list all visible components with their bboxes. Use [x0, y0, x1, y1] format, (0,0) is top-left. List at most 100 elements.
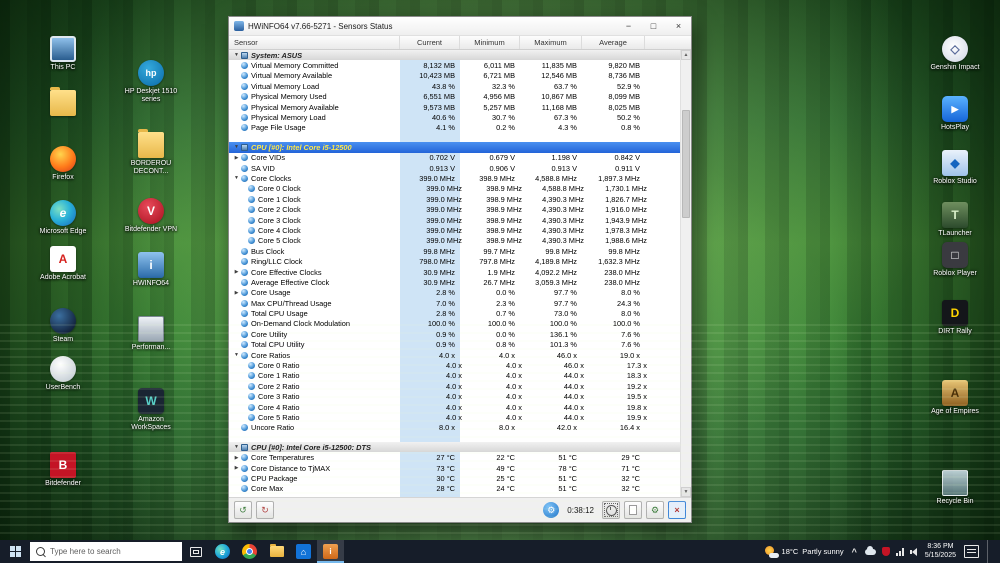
column-header-sensor[interactable]: Sensor [229, 36, 400, 49]
desktop-icon-roblox-player[interactable]: □ Roblox Player [922, 242, 988, 278]
close-button[interactable]: × [666, 17, 691, 35]
volume-icon[interactable] [910, 548, 917, 556]
desktop-icon-hp-deskjet-1510-series[interactable]: hp HP Deskjet 1510 series [118, 60, 184, 104]
column-header-maximum[interactable]: Maximum [520, 36, 582, 49]
desktop-icon-hwinfo64[interactable]: i HWINFO64 [118, 252, 184, 288]
desktop-icon-amazon-workspaces[interactable]: W Amazon WorkSpaces [118, 388, 184, 432]
desktop-icon-bitdefender[interactable]: B Bitdefender [30, 452, 96, 488]
show-desktop-button[interactable] [987, 540, 992, 563]
sensor-row[interactable]: Core Max 28 °C 24 °C 51 °C 32 °C [229, 484, 680, 494]
chevron-right-icon[interactable]: ▶ [232, 290, 241, 296]
start-button[interactable] [0, 540, 30, 563]
chevron-down-icon[interactable]: ▼ [232, 144, 241, 150]
sensor-row[interactable]: Core 0 Ratio 4.0 x 4.0 x 46.0 x 17.3 x [229, 360, 680, 370]
chevron-down-icon[interactable]: ▼ [232, 52, 241, 58]
sensor-row[interactable]: Core Utility 0.9 % 0.0 % 136.1 % 7.6 % [229, 329, 680, 339]
desktop-icon-steam[interactable]: Steam [30, 308, 96, 344]
logging-clock-button[interactable] [602, 501, 620, 519]
sensor-row[interactable]: Core 3 Ratio 4.0 x 4.0 x 44.0 x 19.5 x [229, 392, 680, 402]
taskbar-app-task-view[interactable] [182, 540, 209, 563]
chevron-down-icon[interactable]: ▼ [232, 175, 241, 181]
window-titlebar[interactable]: HWiNFO64 v7.66-5271 - Sensors Status − □… [229, 17, 691, 36]
sensor-row[interactable]: ▶ Core Usage 2.8 % 0.0 % 97.7 % 8.0 % [229, 288, 680, 298]
chevron-down-icon[interactable]: ▼ [232, 352, 241, 358]
desktop-icon-microsoft-edge[interactable]: e Microsoft Edge [30, 200, 96, 236]
column-header-current[interactable]: Current [400, 36, 460, 49]
sensor-row[interactable]: CPU Package 30 °C 25 °C 51 °C 32 °C [229, 473, 680, 483]
desktop-icon-adobe-acrobat[interactable]: A Adobe Acrobat [30, 246, 96, 282]
desktop-icon-age-of-empires[interactable]: A Age of Empires [922, 380, 988, 416]
column-header-minimum[interactable]: Minimum [460, 36, 520, 49]
sensor-row[interactable]: Total CPU Utility 0.9 % 0.8 % 101.3 % 7.6 % [229, 340, 680, 350]
sensor-row[interactable]: Core 5 Clock 399.0 MHz 398.9 MHz 4,390.3 MH… [229, 236, 680, 246]
taskbar-app-edge[interactable]: e [209, 540, 236, 563]
sensor-row[interactable]: Max CPU/Thread Usage 7.0 % 2.3 % 97.7 % 24.3… [229, 298, 680, 308]
sensor-row[interactable]: ▶ Core Effective Clocks 30.9 MHz 1.9 MHz 4,0… [229, 267, 680, 277]
sensor-row[interactable]: Core 0 Clock 399.0 MHz 398.9 MHz 4,588.8 MH… [229, 184, 680, 194]
sensor-row[interactable]: On-Demand Clock Modulation 100.0 % 100.0 %… [229, 319, 680, 329]
antivirus-shield-icon[interactable] [881, 547, 890, 556]
chevron-right-icon[interactable]: ▶ [232, 465, 241, 471]
sensor-row[interactable]: Core 2 Clock 399.0 MHz 398.9 MHz 4,390.3 MH… [229, 204, 680, 214]
sensor-row[interactable]: Physical Memory Available 9,573 MB 5,257 M… [229, 102, 680, 112]
sensor-row[interactable]: Physical Memory Load 40.6 % 30.7 % 67.3 % 50… [229, 112, 680, 122]
taskbar-search-box[interactable]: Type here to search [30, 542, 182, 561]
minimize-button[interactable]: − [616, 17, 641, 35]
desktop-icon-this-pc[interactable]: This PC [30, 36, 96, 72]
network-icon[interactable] [895, 547, 904, 556]
chevron-right-icon[interactable]: ▶ [232, 155, 241, 161]
sensor-row[interactable]: Core 1 Ratio 4.0 x 4.0 x 44.0 x 18.3 x [229, 371, 680, 381]
desktop-icon-hotsplay[interactable]: ▶ HotsPlay [922, 96, 988, 132]
desktop-icon-dirt-rally[interactable]: D DIRT Rally [922, 300, 988, 336]
desktop-icon-performan[interactable]: Performan... [118, 316, 184, 352]
sensor-row[interactable]: ▶ Core Temperatures 27 °C 22 °C 51 °C 29 °C [229, 452, 680, 462]
scroll-up-arrow[interactable]: ▲ [681, 50, 691, 60]
sensor-row[interactable]: ▶ Core VIDs 0.702 V 0.679 V 1.198 V 0.842 V [229, 153, 680, 163]
taskbar-clock[interactable]: 8:36 PM 5/15/2025 [925, 543, 956, 560]
sensor-row[interactable]: ▼ Core Ratios 4.0 x 4.0 x 46.0 x 19.0 x [229, 350, 680, 360]
desktop-icon-recycle-bin[interactable]: Recycle Bin [922, 470, 988, 506]
sensor-row[interactable]: Ring/LLC Clock 798.0 MHz 797.8 MHz 4,189.8 … [229, 256, 680, 266]
close-sensors-button[interactable]: × [668, 501, 686, 519]
desktop-icon-tlauncher[interactable]: T TLauncher [922, 202, 988, 238]
sensor-row[interactable]: Core 4 Clock 399.0 MHz 398.9 MHz 4,390.3 MH… [229, 225, 680, 235]
sensor-group-row[interactable]: ▼ CPU [#0]: Intel Core i5-12500 [229, 142, 680, 153]
sensor-row[interactable]: Virtual Memory Committed 8,132 MB 6,011 MB… [229, 60, 680, 70]
sensor-row[interactable]: Uncore Ratio 8.0 x 8.0 x 42.0 x 16.4 x [229, 423, 680, 433]
sensor-row[interactable]: Average Effective Clock 30.9 MHz 26.7 MHz 3… [229, 277, 680, 287]
taskbar-app-hwinfo[interactable]: i [317, 540, 344, 563]
sensor-row[interactable]: Core 4 Ratio 4.0 x 4.0 x 44.0 x 19.8 x [229, 402, 680, 412]
sensor-row[interactable]: Core 5 Ratio 4.0 x 4.0 x 44.0 x 19.9 x [229, 412, 680, 422]
sensor-row[interactable]: Core 3 Clock 399.0 MHz 398.9 MHz 4,390.3 MH… [229, 215, 680, 225]
taskbar-app-file-explorer[interactable] [263, 540, 290, 563]
scroll-down-arrow[interactable]: ▼ [681, 487, 691, 497]
reset-min-max-button[interactable]: ↺ [234, 501, 252, 519]
sensor-row[interactable]: ▶ Core Distance to TjMAX 73 °C 49 °C 78 °C 71… [229, 463, 680, 473]
chevron-right-icon[interactable]: ▶ [232, 269, 241, 275]
chevron-right-icon[interactable]: ▶ [232, 455, 241, 461]
sensor-row[interactable]: Total CPU Usage 2.8 % 0.7 % 73.0 % 8.0 % [229, 308, 680, 318]
reset-values-button[interactable]: ↻ [256, 501, 274, 519]
sensor-group-row[interactable]: ▼ System: ASUS [229, 50, 680, 61]
desktop-icon-bitdefender-vpn[interactable]: V Bitdefender VPN [118, 198, 184, 234]
desktop-icon-genshin-impact[interactable]: ◇ Genshin Impact [922, 36, 988, 72]
desktop-icon-borderou-decont[interactable]: BORDEROU DECONT... [118, 129, 184, 176]
taskbar-app-chrome[interactable] [236, 540, 263, 563]
maximize-button[interactable]: □ [641, 17, 666, 35]
sensor-row[interactable]: Bus Clock 99.8 MHz 99.7 MHz 99.8 MHz 99.8 MH… [229, 246, 680, 256]
column-header-average[interactable]: Average [582, 36, 645, 49]
sensor-row[interactable]: Page File Usage 4.1 % 0.2 % 4.3 % 0.8 % [229, 123, 680, 133]
chevron-down-icon[interactable]: ▼ [232, 444, 241, 450]
sensor-row[interactable]: Virtual Memory Available 10,423 MB 6,721 M… [229, 71, 680, 81]
desktop-icon-userbench[interactable]: UserBench [30, 356, 96, 392]
weather-widget[interactable]: 18°C Partly sunny [764, 545, 844, 558]
sensor-row[interactable]: Core 1 Clock 399.0 MHz 398.9 MHz 4,390.3 MH… [229, 194, 680, 204]
report-button[interactable] [624, 501, 642, 519]
action-center-icon[interactable] [964, 545, 979, 558]
onedrive-cloud-icon[interactable] [864, 545, 876, 555]
sensor-row[interactable]: ▼ Core Clocks 399.0 MHz 398.9 MHz 4,588.8 MH… [229, 173, 680, 183]
vertical-scrollbar[interactable]: ▲ ▼ [680, 50, 691, 497]
sensor-settings-icon[interactable]: ⚙ [543, 502, 560, 518]
sensor-row[interactable]: Virtual Memory Load 43.8 % 32.3 % 63.7 % 52.… [229, 81, 680, 91]
sensor-group-row[interactable]: ▼ CPU [#0]: Intel Core i5-12500: DTS [229, 442, 680, 453]
